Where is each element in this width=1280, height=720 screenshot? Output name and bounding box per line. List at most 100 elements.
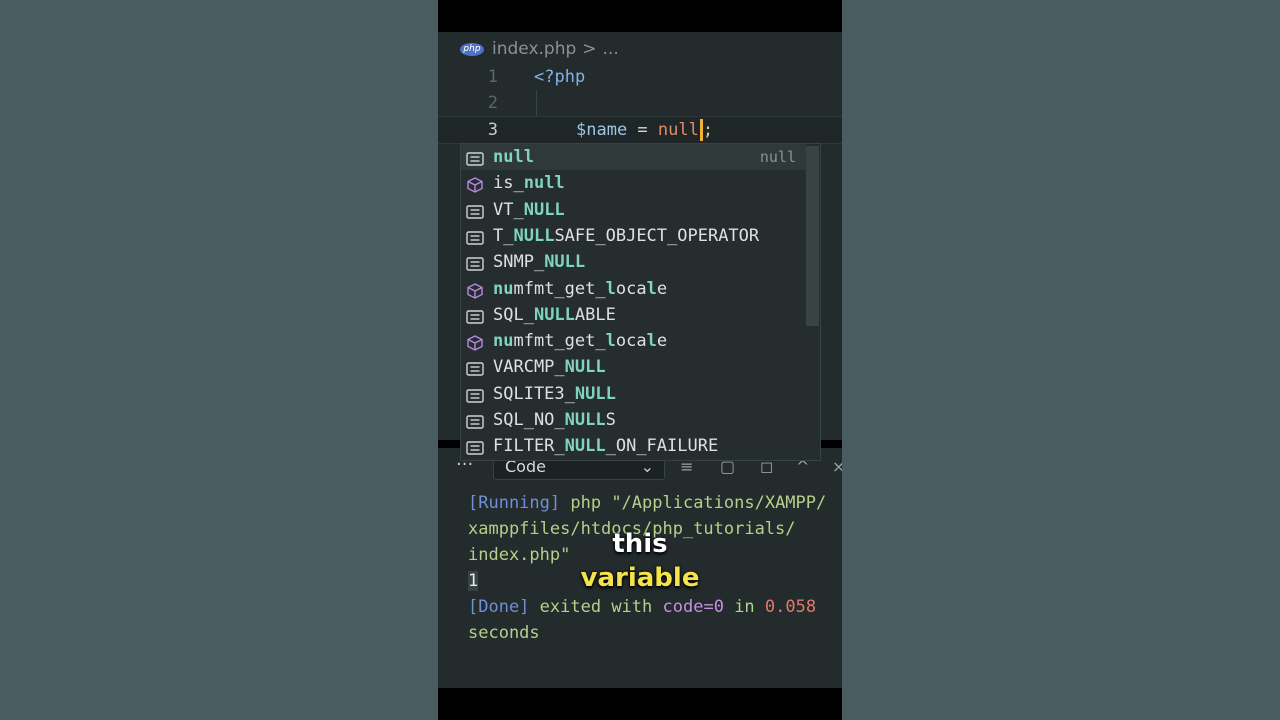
breadcrumb-more[interactable]: ... bbox=[603, 39, 619, 59]
function-cube-icon bbox=[466, 175, 484, 194]
autocomplete-item[interactable]: numfmt_get_locale bbox=[461, 276, 806, 302]
autocomplete-item-label: null bbox=[493, 144, 534, 170]
video-frame: php index.php > ... 1 <?php 2 3 $name = … bbox=[438, 0, 842, 720]
match-highlight: NULL bbox=[533, 304, 575, 325]
label-text: VARCMP_ bbox=[493, 357, 565, 378]
autocomplete-item-label: SNMP_NULL bbox=[493, 249, 585, 275]
done-tag: [Done] bbox=[468, 597, 530, 617]
autocomplete-item-label: numfmt_get_locale bbox=[493, 276, 667, 302]
close-panel-icon[interactable]: × bbox=[832, 457, 842, 476]
autocomplete-item-label: is_null bbox=[493, 170, 565, 196]
autocomplete-item[interactable]: is_null bbox=[461, 170, 806, 196]
label-text: SAFE_OBJECT_OPERATOR bbox=[554, 225, 760, 246]
autocomplete-item-label: SQL_NULLABLE bbox=[493, 302, 616, 328]
label-text: e bbox=[656, 278, 668, 299]
autocomplete-item[interactable]: VT_NULL bbox=[461, 197, 806, 223]
label-text: SQL_NO_ bbox=[493, 410, 565, 430]
output-done-unit: seconds bbox=[468, 623, 540, 643]
constant-icon bbox=[466, 386, 484, 403]
done-text: exited with bbox=[539, 597, 653, 617]
label-text: mfmt_get_ bbox=[513, 278, 606, 299]
match-highlight: NULL bbox=[513, 225, 555, 246]
caption-line-1: this bbox=[612, 529, 668, 559]
code-text: $name = null; bbox=[576, 117, 713, 143]
match-highlight: NULL bbox=[544, 252, 586, 273]
match-highlight: NULL bbox=[574, 383, 616, 404]
match-highlight: nu bbox=[493, 278, 514, 299]
label-text: mfmt_get_ bbox=[513, 331, 606, 352]
caption-line-2: variable bbox=[580, 563, 700, 593]
autocomplete-item[interactable]: SNMP_NULL bbox=[461, 249, 806, 275]
constant-icon bbox=[466, 412, 484, 429]
label-text: SNMP_ bbox=[493, 252, 545, 273]
label-text: is_ bbox=[493, 173, 524, 194]
background-left bbox=[0, 0, 438, 720]
constant-icon bbox=[466, 359, 484, 377]
output-done-line: [Done] exited with code=0 in 0.058 bbox=[468, 594, 816, 620]
constant-icon bbox=[466, 149, 484, 166]
constant-icon bbox=[466, 438, 484, 455]
function-cube-icon bbox=[466, 333, 484, 351]
code-line-3[interactable]: 3 $name = null; bbox=[438, 116, 842, 144]
done-in: in bbox=[734, 597, 755, 617]
function-cube-icon bbox=[466, 281, 484, 299]
autocomplete-item-label: T_NULLSAFE_OBJECT_OPERATOR bbox=[493, 223, 759, 249]
label-text: oca bbox=[615, 278, 647, 299]
breadcrumb-file[interactable]: index.php bbox=[492, 39, 576, 59]
code-line-1[interactable]: 1 <?php bbox=[438, 64, 842, 90]
constant-icon bbox=[466, 307, 484, 324]
label-text: S bbox=[605, 410, 616, 430]
exit-code: code=0 bbox=[662, 597, 724, 617]
code-text: <?php bbox=[534, 67, 586, 87]
autocomplete-item[interactable]: T_NULLSAFE_OBJECT_OPERATOR bbox=[461, 223, 806, 249]
autocomplete-item[interactable]: FILTER_NULL_ON_FAILURE bbox=[461, 433, 806, 459]
label-text: T_ bbox=[493, 225, 514, 246]
label-text: SQL_ bbox=[493, 304, 534, 325]
autocomplete-item[interactable]: numfmt_get_locale bbox=[461, 328, 806, 354]
code-line-2[interactable]: 2 bbox=[438, 90, 842, 116]
letterbox-bottom bbox=[438, 688, 842, 720]
label-text: VT_ bbox=[493, 199, 524, 220]
constant-icon bbox=[466, 228, 484, 245]
null-token: null bbox=[657, 120, 699, 140]
label-text: ABLE bbox=[574, 304, 616, 325]
operator-token: = bbox=[627, 120, 658, 140]
match-highlight: l bbox=[646, 278, 657, 299]
match-highlight: null bbox=[493, 147, 534, 167]
autocomplete-item[interactable]: null null bbox=[461, 144, 806, 170]
autocomplete-item-label: FILTER_NULL_ON_FAILURE bbox=[493, 433, 718, 459]
match-highlight: l bbox=[646, 331, 657, 352]
autocomplete-popup[interactable]: null null is_null VT_NULL T_NULLSAFE_OBJECT_… bbox=[460, 143, 821, 461]
autocomplete-scrollbar[interactable] bbox=[806, 146, 819, 326]
label-text: SQLITE3_ bbox=[493, 383, 575, 404]
match-highlight: NULL bbox=[523, 199, 565, 220]
background-right bbox=[842, 0, 1280, 720]
autocomplete-item-label: numfmt_get_locale bbox=[493, 328, 667, 354]
variable-token: $name bbox=[576, 120, 628, 140]
match-highlight: l bbox=[605, 331, 616, 352]
label-text: e bbox=[656, 331, 668, 352]
autocomplete-item[interactable]: VARCMP_NULL bbox=[461, 354, 806, 380]
autocomplete-item[interactable]: SQL_NO_NULLS bbox=[461, 407, 806, 433]
label-text: oca bbox=[615, 331, 647, 352]
match-highlight: null bbox=[523, 173, 565, 194]
breadcrumb-separator-icon: > bbox=[582, 39, 597, 59]
match-highlight: l bbox=[605, 278, 616, 299]
constant-icon bbox=[466, 202, 484, 219]
match-highlight: nu bbox=[493, 331, 514, 352]
letterbox-top bbox=[438, 0, 842, 32]
line-number: 2 bbox=[487, 93, 498, 113]
match-highlight: NULL bbox=[564, 357, 606, 378]
autocomplete-item[interactable]: SQL_NULLABLE bbox=[461, 302, 806, 328]
php-file-icon: php bbox=[460, 42, 484, 56]
match-highlight: NULL bbox=[564, 410, 606, 430]
label-text: FILTER_ bbox=[493, 436, 565, 457]
line-number: 3 bbox=[487, 120, 498, 140]
autocomplete-item-detail: null bbox=[759, 148, 796, 166]
autocomplete-item-label: VT_NULL bbox=[493, 197, 565, 223]
match-highlight: NULL bbox=[564, 436, 606, 457]
autocomplete-item[interactable]: SQLITE3_NULL bbox=[461, 381, 806, 407]
line-number: 1 bbox=[487, 67, 498, 87]
autocomplete-item-label: VARCMP_NULL bbox=[493, 354, 606, 380]
semicolon-token: ; bbox=[702, 120, 714, 140]
